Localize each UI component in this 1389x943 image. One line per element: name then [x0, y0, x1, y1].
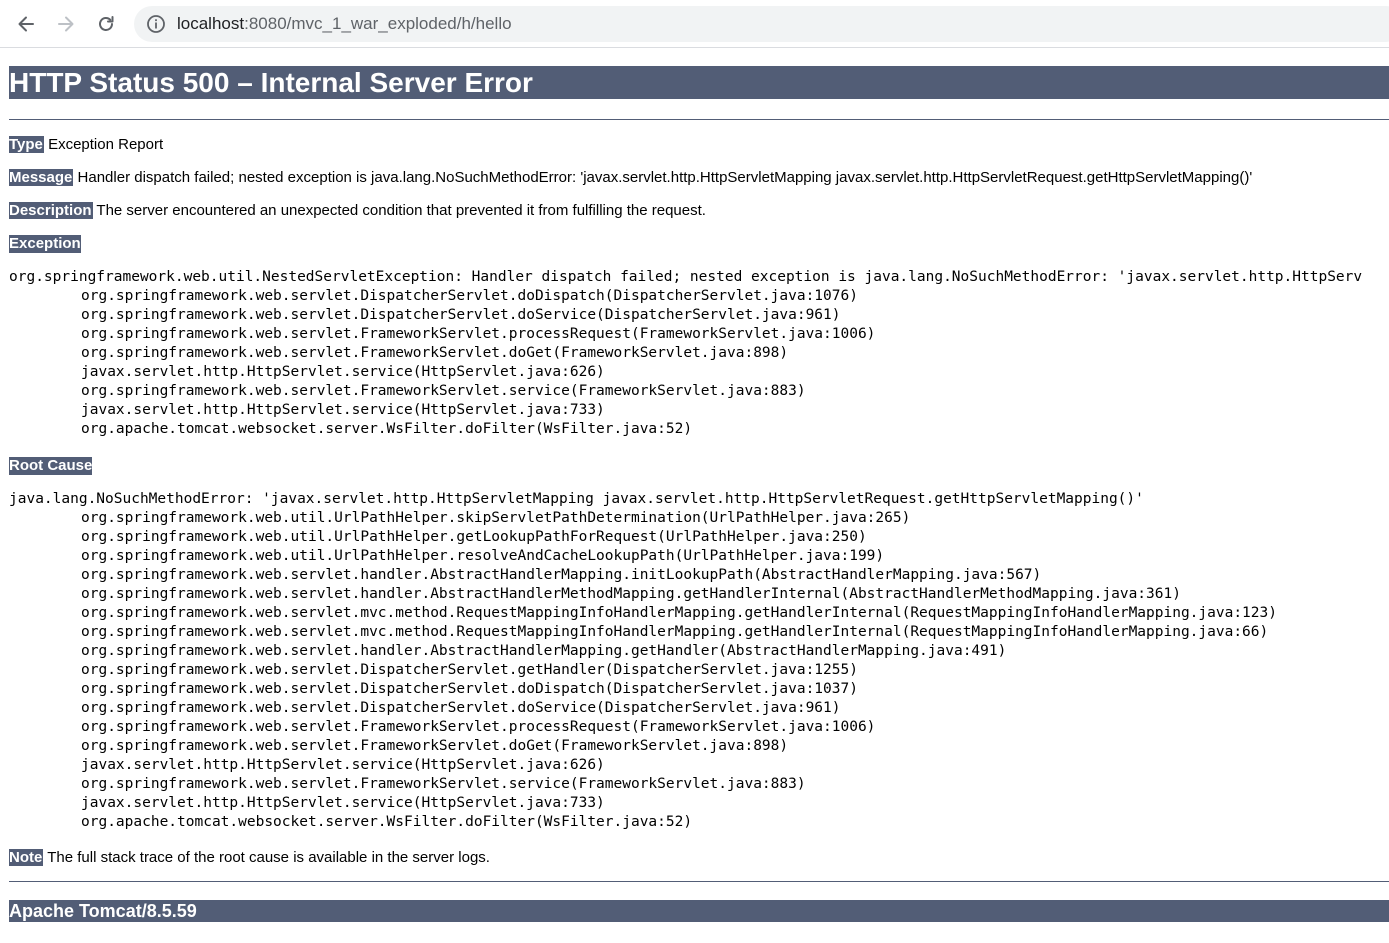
description-value: The server encountered an unexpected con…	[92, 202, 706, 219]
reload-button[interactable]	[90, 8, 122, 40]
stack-trace-line: org.springframework.web.servlet.Dispatch…	[81, 288, 858, 304]
stack-trace-line: javax.servlet.http.HttpServlet.service(H…	[81, 795, 605, 811]
stack-trace-line: org.springframework.web.util.NestedServl…	[9, 269, 1363, 285]
forward-button[interactable]	[50, 8, 82, 40]
root-cause-heading: Root Cause	[9, 457, 93, 475]
exception-heading: Exception	[9, 235, 81, 253]
description-row: Description The server encountered an un…	[9, 202, 706, 220]
note-value: The full stack trace of the root cause i…	[43, 849, 490, 866]
stack-trace-line: org.springframework.web.servlet.Framewor…	[81, 345, 789, 361]
type-label: Type	[9, 136, 44, 153]
stack-trace-line: org.springframework.web.servlet.Framewor…	[81, 776, 806, 792]
stack-trace-line: org.springframework.web.servlet.Framewor…	[81, 326, 876, 342]
footer-server-info: Apache Tomcat/8.5.59	[9, 900, 1389, 922]
stack-trace-line: org.springframework.web.servlet.handler.…	[81, 567, 1042, 583]
stack-trace-line: java.lang.NoSuchMethodError: 'javax.serv…	[9, 491, 1144, 507]
stack-trace-line: org.springframework.web.servlet.handler.…	[81, 586, 1181, 602]
browser-toolbar: localhost:8080/mvc_1_war_exploded/h/hell…	[0, 0, 1389, 48]
stack-trace-line: org.springframework.web.util.UrlPathHelp…	[81, 548, 885, 564]
stack-trace-line: org.apache.tomcat.websocket.server.WsFil…	[81, 814, 693, 830]
type-value: Exception Report	[43, 136, 164, 153]
root-cause-trace: java.lang.NoSuchMethodError: 'javax.serv…	[9, 490, 1277, 832]
reload-icon	[99, 16, 114, 31]
message-label: Message	[9, 169, 74, 186]
stack-trace-line: org.springframework.web.servlet.Dispatch…	[81, 700, 841, 716]
exception-trace: org.springframework.web.util.NestedServl…	[9, 268, 1362, 439]
stack-trace-line: org.springframework.web.servlet.mvc.meth…	[81, 605, 1277, 621]
stack-trace-line: org.springframework.web.servlet.Dispatch…	[81, 681, 858, 697]
footer-divider	[9, 881, 1389, 882]
stack-trace-line: org.springframework.web.servlet.Dispatch…	[81, 662, 858, 678]
info-icon[interactable]	[146, 14, 166, 34]
stack-trace-line: javax.servlet.http.HttpServlet.service(H…	[81, 364, 605, 380]
stack-trace-line: javax.servlet.http.HttpServlet.service(H…	[81, 757, 605, 773]
url-path: :8080/mvc_1_war_exploded/h/hello	[244, 14, 512, 33]
url-text[interactable]: localhost:8080/mvc_1_war_exploded/h/hell…	[177, 6, 512, 42]
page-title: HTTP Status 500 – Internal Server Error	[9, 66, 1389, 99]
back-icon	[18, 16, 34, 32]
message-value: Handler dispatch failed; nested exceptio…	[73, 169, 1253, 186]
divider	[9, 119, 1389, 120]
stack-trace-line: javax.servlet.http.HttpServlet.service(H…	[81, 402, 605, 418]
type-row: Type Exception Report	[9, 136, 163, 154]
stack-trace-line: org.springframework.web.servlet.Framewor…	[81, 383, 806, 399]
message-row: Message Handler dispatch failed; nested …	[9, 169, 1252, 187]
stack-trace-line: org.springframework.web.servlet.Framewor…	[81, 719, 876, 735]
stack-trace-line: org.apache.tomcat.websocket.server.WsFil…	[81, 421, 693, 437]
stack-trace-line: org.springframework.web.servlet.mvc.meth…	[81, 624, 1269, 640]
stack-trace-line: org.springframework.web.servlet.Framewor…	[81, 738, 789, 754]
stack-trace-line: org.springframework.web.servlet.handler.…	[81, 643, 1007, 659]
note-row: Note The full stack trace of the root ca…	[9, 849, 490, 867]
back-button[interactable]	[10, 8, 42, 40]
forward-icon	[58, 16, 74, 32]
note-label: Note	[9, 849, 44, 866]
stack-trace-line: org.springframework.web.util.UrlPathHelp…	[81, 510, 911, 526]
address-bar[interactable]: localhost:8080/mvc_1_war_exploded/h/hell…	[134, 6, 1389, 42]
stack-trace-line: org.springframework.web.servlet.Dispatch…	[81, 307, 841, 323]
stack-trace-line: org.springframework.web.util.UrlPathHelp…	[81, 529, 867, 545]
description-label: Description	[9, 202, 93, 219]
url-host: localhost	[177, 14, 245, 33]
